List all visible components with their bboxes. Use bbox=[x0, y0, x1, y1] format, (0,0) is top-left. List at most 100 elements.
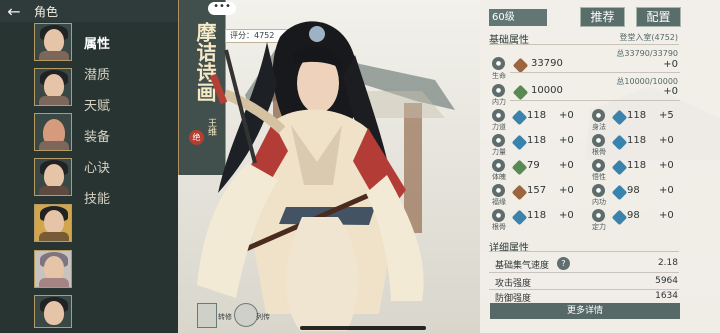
portrait-face bbox=[44, 210, 64, 234]
portrait-robe bbox=[39, 141, 69, 150]
inner-power-increment: +0 bbox=[663, 86, 678, 97]
portrait-robe bbox=[39, 96, 69, 105]
attribute-label: 定力 bbox=[592, 223, 606, 231]
attribute-label: 根骨 bbox=[592, 148, 606, 156]
top-navigation: ← 角色 bbox=[0, 0, 178, 22]
attribute-value: 118 bbox=[627, 160, 647, 171]
tab-potential[interactable]: 潜质 bbox=[84, 64, 110, 83]
attribute-icon: ● bbox=[592, 109, 605, 122]
portrait-robe bbox=[39, 186, 69, 195]
attribute-icon: ● bbox=[592, 209, 605, 222]
attribute-value: 98 bbox=[627, 185, 640, 196]
attribute-label: 体魄 bbox=[492, 173, 506, 181]
attribute-value: 118 bbox=[627, 135, 647, 146]
portrait-face bbox=[44, 29, 64, 53]
attribute-increment: +5 bbox=[659, 110, 674, 121]
portrait-face bbox=[44, 74, 64, 98]
attribute-label: 力道 bbox=[492, 123, 506, 131]
attribute-label: 力量 bbox=[492, 148, 506, 156]
tab-attributes[interactable]: 属性 bbox=[84, 33, 110, 52]
biography-icon[interactable] bbox=[234, 303, 258, 327]
attribute-label: 根骨 bbox=[492, 223, 506, 231]
attribute-value: 118 bbox=[627, 110, 647, 121]
cultivation-change-label: 转修 bbox=[218, 313, 232, 321]
defense-strength-value: 1634 bbox=[655, 291, 678, 301]
attribute-label: 内功 bbox=[592, 198, 606, 206]
charge-speed-value: 2.18 bbox=[657, 258, 678, 268]
attribute-increment: +0 bbox=[559, 210, 574, 221]
attribute-label: 福缘 bbox=[492, 198, 506, 206]
attribute-label: 悟性 bbox=[592, 173, 606, 181]
attribute-increment: +0 bbox=[559, 185, 574, 196]
more-details-button[interactable]: 更多详情 bbox=[490, 303, 680, 319]
recommend-button[interactable]: 推荐 bbox=[580, 7, 625, 27]
attribute-increment: +0 bbox=[659, 210, 674, 221]
page-title: 角色 bbox=[34, 4, 59, 19]
tab-skills[interactable]: 技能 bbox=[84, 188, 110, 207]
divider bbox=[489, 44, 679, 45]
attribute-value: 98 bbox=[627, 210, 640, 221]
divider bbox=[489, 289, 679, 290]
divider bbox=[510, 100, 680, 101]
portrait-face bbox=[44, 256, 64, 280]
back-icon[interactable]: ← bbox=[0, 0, 28, 22]
character-portrait[interactable] bbox=[34, 158, 72, 196]
attack-strength-label: 攻击强度 bbox=[495, 279, 532, 289]
character-sidebar: 属性 潜质 天赋 装备 心诀 技能 bbox=[0, 22, 178, 333]
biography-label: 列传 bbox=[256, 313, 270, 321]
character-portrait[interactable] bbox=[34, 295, 72, 328]
character-portrait[interactable] bbox=[34, 250, 72, 288]
character-portrait[interactable] bbox=[34, 113, 72, 151]
character-portrait[interactable] bbox=[34, 68, 72, 106]
tab-equipment[interactable]: 装备 bbox=[84, 126, 110, 145]
attribute-value: 79 bbox=[527, 160, 540, 171]
help-icon[interactable]: ? bbox=[557, 257, 570, 270]
attribute-increment: +0 bbox=[559, 110, 574, 121]
inner-power-value: 10000 bbox=[531, 85, 563, 96]
portrait-face bbox=[44, 164, 64, 188]
attribute-increment: +0 bbox=[559, 160, 574, 171]
attribute-increment: +0 bbox=[659, 135, 674, 146]
portrait-robe bbox=[39, 232, 69, 241]
attribute-value: 157 bbox=[527, 185, 547, 196]
home-indicator bbox=[300, 326, 426, 330]
attribute-icon: ● bbox=[592, 184, 605, 197]
portrait-robe bbox=[39, 278, 69, 287]
character-portrait[interactable] bbox=[34, 23, 72, 61]
divider bbox=[489, 272, 679, 273]
attribute-label: 身法 bbox=[592, 123, 606, 131]
attribute-value: 118 bbox=[527, 135, 547, 146]
cultivation-change-icon[interactable] bbox=[197, 303, 217, 328]
inner-power-icon: ● bbox=[492, 84, 505, 97]
character-portrait-selected[interactable] bbox=[34, 204, 72, 242]
attribute-increment: +0 bbox=[659, 160, 674, 171]
life-label: 生命 bbox=[492, 72, 506, 80]
attribute-icon: ● bbox=[492, 209, 505, 222]
divider bbox=[510, 72, 680, 73]
portrait-robe bbox=[39, 51, 69, 60]
ascension-text: 登堂入室(4752) bbox=[619, 33, 678, 42]
attribute-increment: +0 bbox=[659, 185, 674, 196]
life-total: 总33790/33790 bbox=[616, 49, 678, 58]
life-increment: +0 bbox=[663, 59, 678, 70]
tab-mind-art[interactable]: 心诀 bbox=[84, 157, 110, 176]
attribute-icon: ● bbox=[592, 134, 605, 147]
life-icon: ● bbox=[492, 57, 505, 70]
tab-talent[interactable]: 天赋 bbox=[84, 95, 110, 114]
inner-power-label: 内力 bbox=[492, 98, 506, 106]
config-button[interactable]: 配置 bbox=[636, 7, 681, 27]
portrait-face bbox=[44, 301, 64, 325]
attribute-increment: +0 bbox=[559, 135, 574, 146]
character-illustration bbox=[197, 21, 424, 331]
attribute-value: 118 bbox=[527, 110, 547, 121]
charge-speed-label: 基础集气速度 bbox=[495, 261, 550, 271]
attribute-icon: ● bbox=[592, 159, 605, 172]
attribute-icon: ● bbox=[492, 109, 505, 122]
attribute-icon: ● bbox=[492, 159, 505, 172]
divider bbox=[489, 251, 679, 252]
attribute-value: 118 bbox=[527, 210, 547, 221]
attribute-icon: ● bbox=[492, 134, 505, 147]
level-badge: 60级 bbox=[489, 9, 547, 26]
attack-strength-value: 5964 bbox=[655, 276, 678, 286]
life-value: 33790 bbox=[531, 58, 563, 69]
